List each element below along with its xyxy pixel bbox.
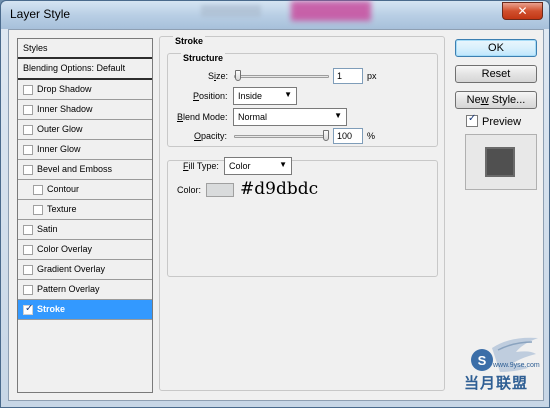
window-title: Layer Style — [10, 7, 71, 21]
position-label: Position: — [193, 91, 228, 101]
chevron-down-icon: ▼ — [279, 160, 287, 169]
blend-mode-value: Normal — [238, 112, 268, 122]
style-item-label: Outer Glow — [37, 124, 83, 134]
style-item-stroke[interactable]: ✓ Stroke — [18, 300, 152, 320]
style-checkbox[interactable] — [23, 85, 33, 95]
style-item-satin[interactable]: Satin — [18, 220, 152, 240]
color-hex-annotation: #d9dbdc — [240, 179, 319, 199]
blend-mode-select[interactable]: Normal ▼ — [233, 108, 347, 126]
size-slider-thumb[interactable] — [234, 70, 241, 81]
style-item-label: Bevel and Emboss — [37, 164, 113, 174]
blend-mode-label: Blend Mode: — [177, 112, 228, 122]
style-item-label: Gradient Overlay — [37, 264, 106, 274]
fill-type-label: Fill Type: — [181, 161, 221, 171]
style-item-label: Satin — [37, 224, 58, 234]
title-bar[interactable]: Layer Style ✕ — [1, 1, 549, 29]
style-checkbox[interactable] — [23, 265, 33, 275]
position-value: Inside — [238, 91, 263, 101]
dialog-body: Styles Blending Options: Default Drop Sh… — [8, 29, 544, 401]
fill-type-value: Color — [229, 161, 251, 171]
size-unit: px — [367, 71, 377, 81]
size-slider-track[interactable] — [234, 75, 329, 78]
style-item-outer-glow[interactable]: Outer Glow — [18, 120, 152, 140]
color-label: Color: — [177, 185, 202, 195]
style-item-label: Contour — [47, 184, 80, 194]
style-checkbox[interactable]: ✓ — [23, 303, 34, 315]
preview-box — [465, 134, 537, 190]
style-item-bevel-and-emboss[interactable]: Bevel and Emboss — [18, 160, 152, 180]
style-checkbox[interactable] — [23, 145, 33, 155]
size-label: Size: — [208, 71, 229, 81]
style-item-inner-shadow[interactable]: Inner Shadow — [18, 100, 152, 120]
checkmark-icon: ✓ — [468, 113, 477, 124]
chevron-down-icon: ▼ — [284, 90, 292, 99]
style-checkbox[interactable] — [23, 285, 33, 295]
style-item-inner-glow[interactable]: Inner Glow — [18, 140, 152, 160]
style-checkbox[interactable] — [23, 225, 33, 235]
style-item-drop-shadow[interactable]: Drop Shadow — [18, 80, 152, 100]
styles-header[interactable]: Styles — [18, 39, 152, 59]
preview-label: Preview — [482, 116, 522, 128]
svg-text:S: S — [478, 353, 487, 368]
preview-swatch — [485, 147, 515, 177]
background-blur-accent — [291, 1, 371, 21]
style-item-label: Pattern Overlay — [37, 284, 100, 294]
style-item-label: Drop Shadow — [37, 84, 92, 94]
style-checkbox[interactable] — [23, 245, 33, 255]
style-checkbox[interactable] — [23, 105, 33, 115]
opacity-input[interactable]: 100 — [333, 128, 363, 144]
opacity-label: Opacity: — [194, 131, 228, 141]
structure-title: Structure — [181, 53, 226, 63]
size-input[interactable]: 1 — [333, 68, 363, 84]
preview-checkbox[interactable]: ✓ — [466, 113, 478, 127]
new-style-label: New Style... — [466, 94, 526, 106]
ok-button[interactable]: OK — [455, 39, 537, 57]
style-item-label: Inner Glow — [37, 144, 81, 154]
opacity-unit: % — [367, 131, 376, 141]
style-item-contour[interactable]: Contour — [18, 180, 152, 200]
styles-list: Styles Blending Options: Default Drop Sh… — [17, 38, 153, 393]
style-item-label: Stroke — [37, 304, 66, 314]
background-blur — [201, 5, 261, 17]
layer-style-window: Layer Style ✕ Styles Blending Options: D… — [0, 0, 550, 408]
style-item-label: Inner Shadow — [37, 104, 93, 114]
watermark-text: 当月联盟 — [464, 375, 529, 392]
chevron-down-icon: ▼ — [334, 111, 342, 120]
blending-options-item[interactable]: Blending Options: Default — [18, 59, 152, 80]
position-select[interactable]: Inside ▼ — [233, 87, 297, 105]
style-checkbox[interactable] — [33, 205, 43, 215]
checkmark-icon: ✓ — [25, 303, 34, 314]
reset-button[interactable]: Reset — [455, 65, 537, 83]
style-checkbox[interactable] — [23, 165, 33, 175]
fill-type-select[interactable]: Color ▼ — [224, 157, 292, 175]
fill-type-group — [167, 160, 438, 277]
style-item-gradient-overlay[interactable]: Gradient Overlay — [18, 260, 152, 280]
color-swatch[interactable] — [206, 183, 234, 197]
style-checkbox[interactable] — [23, 125, 33, 135]
style-checkbox[interactable] — [33, 185, 43, 195]
style-item-label: Color Overlay — [37, 244, 93, 254]
stroke-section-title: Stroke — [173, 36, 206, 46]
opacity-slider-thumb[interactable] — [323, 130, 329, 141]
style-item-label: Texture — [47, 204, 77, 214]
watermark-url: www.9yse.com — [493, 362, 540, 369]
style-item-color-overlay[interactable]: Color Overlay — [18, 240, 152, 260]
close-button[interactable]: ✕ — [502, 2, 543, 20]
style-item-texture[interactable]: Texture — [18, 200, 152, 220]
style-item-pattern-overlay[interactable]: Pattern Overlay — [18, 280, 152, 300]
new-style-button[interactable]: New Style... — [455, 91, 537, 109]
opacity-slider-track[interactable] — [234, 135, 329, 138]
